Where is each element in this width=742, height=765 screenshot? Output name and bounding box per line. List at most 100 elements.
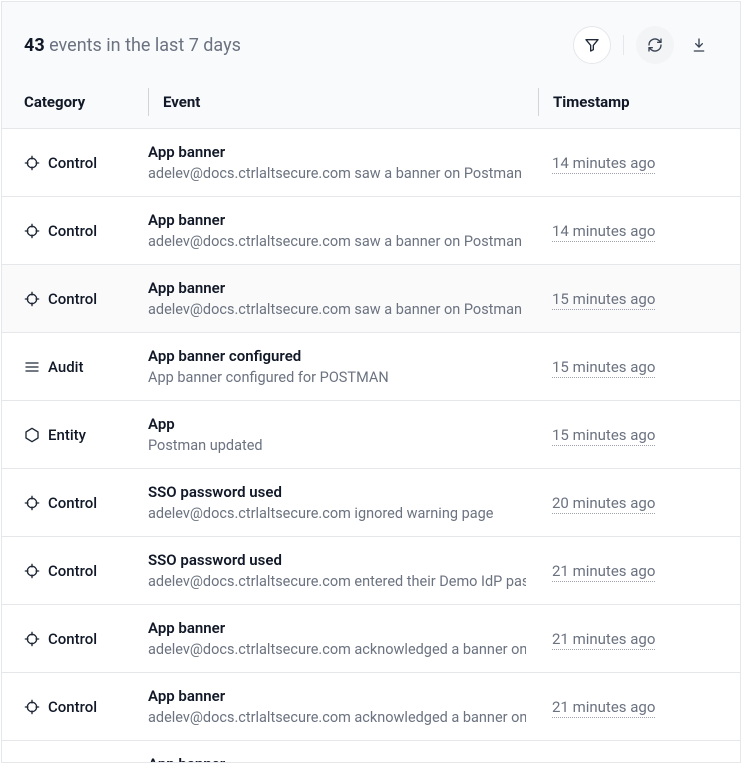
- timestamp-text[interactable]: 15 minutes ago: [552, 426, 655, 446]
- row-timestamp: 21 minutes ago: [538, 629, 718, 648]
- row-category: Entity: [24, 426, 148, 444]
- row-category: Control: [24, 562, 148, 580]
- events-rows: ControlApp banneradelev@docs.ctrlaltsecu…: [2, 129, 740, 762]
- row-timestamp: 15 minutes ago: [538, 357, 718, 376]
- filter-button[interactable]: [573, 26, 611, 64]
- event-title: App: [148, 415, 526, 433]
- event-title: SSO password used: [148, 551, 526, 569]
- events-count: 43: [24, 35, 45, 56]
- row-category: Control: [24, 290, 148, 308]
- category-label: Audit: [48, 358, 83, 376]
- event-title: SSO password used: [148, 483, 526, 501]
- download-icon: [691, 37, 707, 53]
- column-header-category[interactable]: Category: [24, 93, 148, 111]
- row-category: Control: [24, 154, 148, 172]
- filter-icon: [584, 37, 600, 53]
- row-event: App banner adelev@docs.ctrlaltsecure.com …: [148, 211, 538, 250]
- crosshair-icon: [24, 699, 40, 715]
- events-header: 43 events in the last 7 days Category Ev…: [2, 2, 740, 129]
- event-description: App banner configured for POSTMAN: [148, 369, 526, 386]
- event-description: adelev@docs.ctrlaltsecure.com saw a bann…: [148, 165, 526, 182]
- event-description: Postman updated: [148, 437, 526, 454]
- timestamp-text[interactable]: 21 minutes ago: [552, 562, 655, 582]
- table-row[interactable]: Control App banner adelev@docs.ctrlaltsecu…: [2, 265, 740, 333]
- timestamp-text[interactable]: 14 minutes ago: [552, 222, 655, 242]
- events-summary-suffix: events in the last 7 days: [45, 35, 241, 56]
- timestamp-text[interactable]: 21 minutes ago: [552, 630, 655, 650]
- event-title: App banner: [148, 211, 526, 229]
- event-title: App banner: [148, 619, 526, 637]
- category-label: Control: [48, 290, 97, 308]
- action-separator: [623, 35, 624, 55]
- event-title: App banner: [148, 279, 526, 297]
- table-row[interactable]: Control App banner adelev@docs.ctrlaltsecu…: [2, 197, 740, 265]
- row-event: SSO password used adelev@docs.ctrlaltsecu…: [148, 483, 538, 522]
- row-event: App banner configured App banner configur…: [148, 347, 538, 386]
- timestamp-text[interactable]: 14 minutes ago: [552, 154, 655, 174]
- column-header-timestamp[interactable]: Timestamp: [553, 93, 630, 111]
- event-title: App banner configured: [148, 347, 526, 365]
- row-category: Audit: [24, 358, 148, 376]
- row-timestamp: 14 minutes ago: [538, 153, 718, 172]
- row-category: Control: [24, 698, 148, 716]
- row-event: App banner adelev@docs.ctrlaltsecure.com …: [148, 143, 538, 182]
- crosshair-icon: [24, 291, 40, 307]
- row-timestamp: 14 minutes ago: [538, 221, 718, 240]
- table-row[interactable]: ControlApp banner adelev@docs.ctrlaltsecu…: [2, 673, 740, 741]
- table-row[interactable]: Entity App Postman updated 15 minutes ago: [2, 401, 740, 469]
- category-label: Entity: [48, 426, 86, 444]
- row-event: App banner adelev@docs.ctrlaltsecure.com …: [148, 687, 538, 726]
- table-row[interactable]: Control App banner adelev@docs.ctrlaltsecu…: [2, 129, 740, 197]
- table-row[interactable]: Control SSO password used adelev@docs.ctrl…: [2, 469, 740, 537]
- crosshair-icon: [24, 223, 40, 239]
- category-label: Control: [48, 630, 97, 648]
- category-label: Control: [48, 494, 97, 512]
- column-headers: Category Event Timestamp: [24, 88, 718, 128]
- row-event: App banner adelev@docs.ctrlaltsecure.com …: [148, 279, 538, 318]
- table-row[interactable]: AuditApp banner configuredApp banner con…: [2, 333, 740, 401]
- events-summary: 43 events in the last 7 days: [24, 35, 241, 56]
- category-label: Control: [48, 222, 97, 240]
- column-header-event[interactable]: Event: [163, 93, 538, 111]
- event-title: App banner: [148, 755, 526, 762]
- row-timestamp: 21 minutes ago: [538, 561, 718, 580]
- refresh-button[interactable]: [636, 26, 674, 64]
- timestamp-text[interactable]: 21 minutes ago: [552, 698, 655, 718]
- crosshair-icon: [24, 631, 40, 647]
- category-label: Control: [48, 154, 97, 172]
- row-timestamp: 20 minutes ago: [538, 493, 718, 512]
- timestamp-text[interactable]: 15 minutes ago: [552, 358, 655, 378]
- hexagon-icon: [24, 427, 40, 443]
- event-description: adelev@docs.ctrlaltsecure.com acknowledg…: [148, 709, 526, 726]
- timestamp-text[interactable]: 20 minutes ago: [552, 494, 655, 514]
- row-category: Control: [24, 494, 148, 512]
- timestamp-text[interactable]: 15 minutes ago: [552, 290, 655, 310]
- row-category: Control: [24, 222, 148, 240]
- event-description: adelev@docs.ctrlaltsecure.com ignored wa…: [148, 505, 526, 522]
- event-description: adelev@docs.ctrlaltsecure.com entered th…: [148, 573, 526, 590]
- row-timestamp: 15 minutes ago: [538, 289, 718, 308]
- category-label: Control: [48, 562, 97, 580]
- refresh-icon: [647, 37, 663, 53]
- header-actions: [573, 26, 718, 64]
- header-divider: [148, 88, 149, 116]
- event-description: adelev@docs.ctrlaltsecure.com saw a bann…: [148, 233, 526, 250]
- event-title: App banner: [148, 143, 526, 161]
- table-row[interactable]: Control App banneradelev@docs.ctrlaltsecu…: [2, 605, 740, 673]
- list-icon: [24, 359, 40, 375]
- row-timestamp: 15 minutes ago: [538, 425, 718, 444]
- row-event: App banneradelev@docs.ctrlaltsecure.com …: [148, 755, 538, 762]
- header-divider: [538, 88, 539, 116]
- row-event: App banneradelev@docs.ctrlaltsecure.com …: [148, 619, 538, 658]
- event-title: App banner: [148, 687, 526, 705]
- row-event: SSO password used adelev@docs.ctrlaltsecu…: [148, 551, 538, 590]
- table-row[interactable]: ControlApp banneradelev@docs.ctrlaltsecu…: [2, 741, 740, 762]
- table-row[interactable]: Control SSO password used adelev@docs.ctrl…: [2, 537, 740, 605]
- row-event: App Postman updated: [148, 415, 538, 454]
- crosshair-icon: [24, 495, 40, 511]
- row-category: Control: [24, 630, 148, 648]
- row-timestamp: 21 minutes ago: [538, 697, 718, 716]
- event-description: adelev@docs.ctrlaltsecure.com saw a bann…: [148, 301, 526, 318]
- crosshair-icon: [24, 155, 40, 171]
- download-button[interactable]: [680, 26, 718, 64]
